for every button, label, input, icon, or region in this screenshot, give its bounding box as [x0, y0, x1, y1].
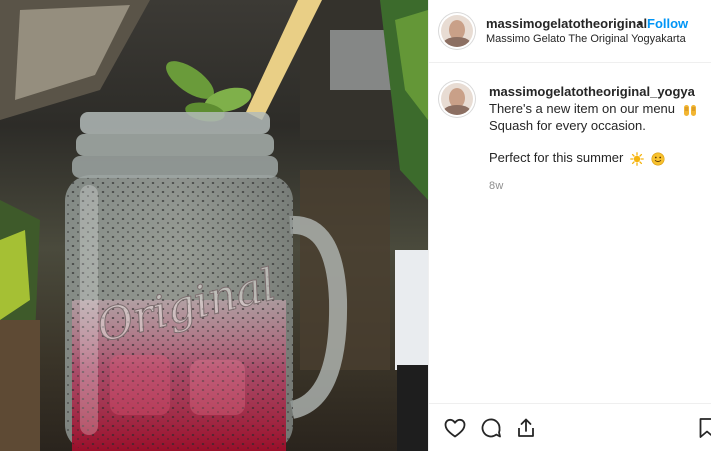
post-side-panel: massimogelatotheoriginal • Follow Massim…	[428, 0, 711, 451]
caption-line-1: There's a new item on our menu	[489, 101, 698, 118]
header-username[interactable]: massimogelatotheoriginal	[486, 16, 647, 31]
caption-line-3: Perfect for this summer	[489, 150, 665, 166]
caption-line-3-text: Perfect for this summer	[489, 150, 624, 165]
action-bar	[429, 403, 711, 452]
smiley-emoji-icon	[651, 152, 665, 166]
post-header: massimogelatotheoriginal • Follow Massim…	[429, 0, 711, 63]
bookmark-icon[interactable]	[695, 416, 711, 440]
location-link[interactable]: Massimo Gelato The Original Yogyakarta	[486, 33, 686, 45]
drink-photo-illustration: Original	[0, 0, 428, 451]
caption-avatar[interactable]	[441, 83, 473, 115]
post-timestamp[interactable]: 8w	[489, 180, 504, 192]
heart-icon[interactable]	[443, 416, 467, 440]
caption-username[interactable]: massimogelatotheoriginal_yogya	[489, 84, 695, 99]
follow-button[interactable]: Follow	[647, 16, 688, 31]
caption-line-2: Squash for every occasion.	[489, 118, 646, 133]
separator-dot: •	[638, 16, 643, 31]
sun-emoji-icon	[630, 151, 644, 166]
share-icon[interactable]	[514, 416, 538, 440]
profile-avatar[interactable]	[441, 15, 473, 47]
post-photo[interactable]: Original	[0, 0, 428, 451]
comment-icon[interactable]	[479, 416, 503, 440]
raising-hands-emoji-icon	[683, 104, 696, 116]
caption-line-1-text: There's a new item on our menu	[489, 101, 676, 116]
